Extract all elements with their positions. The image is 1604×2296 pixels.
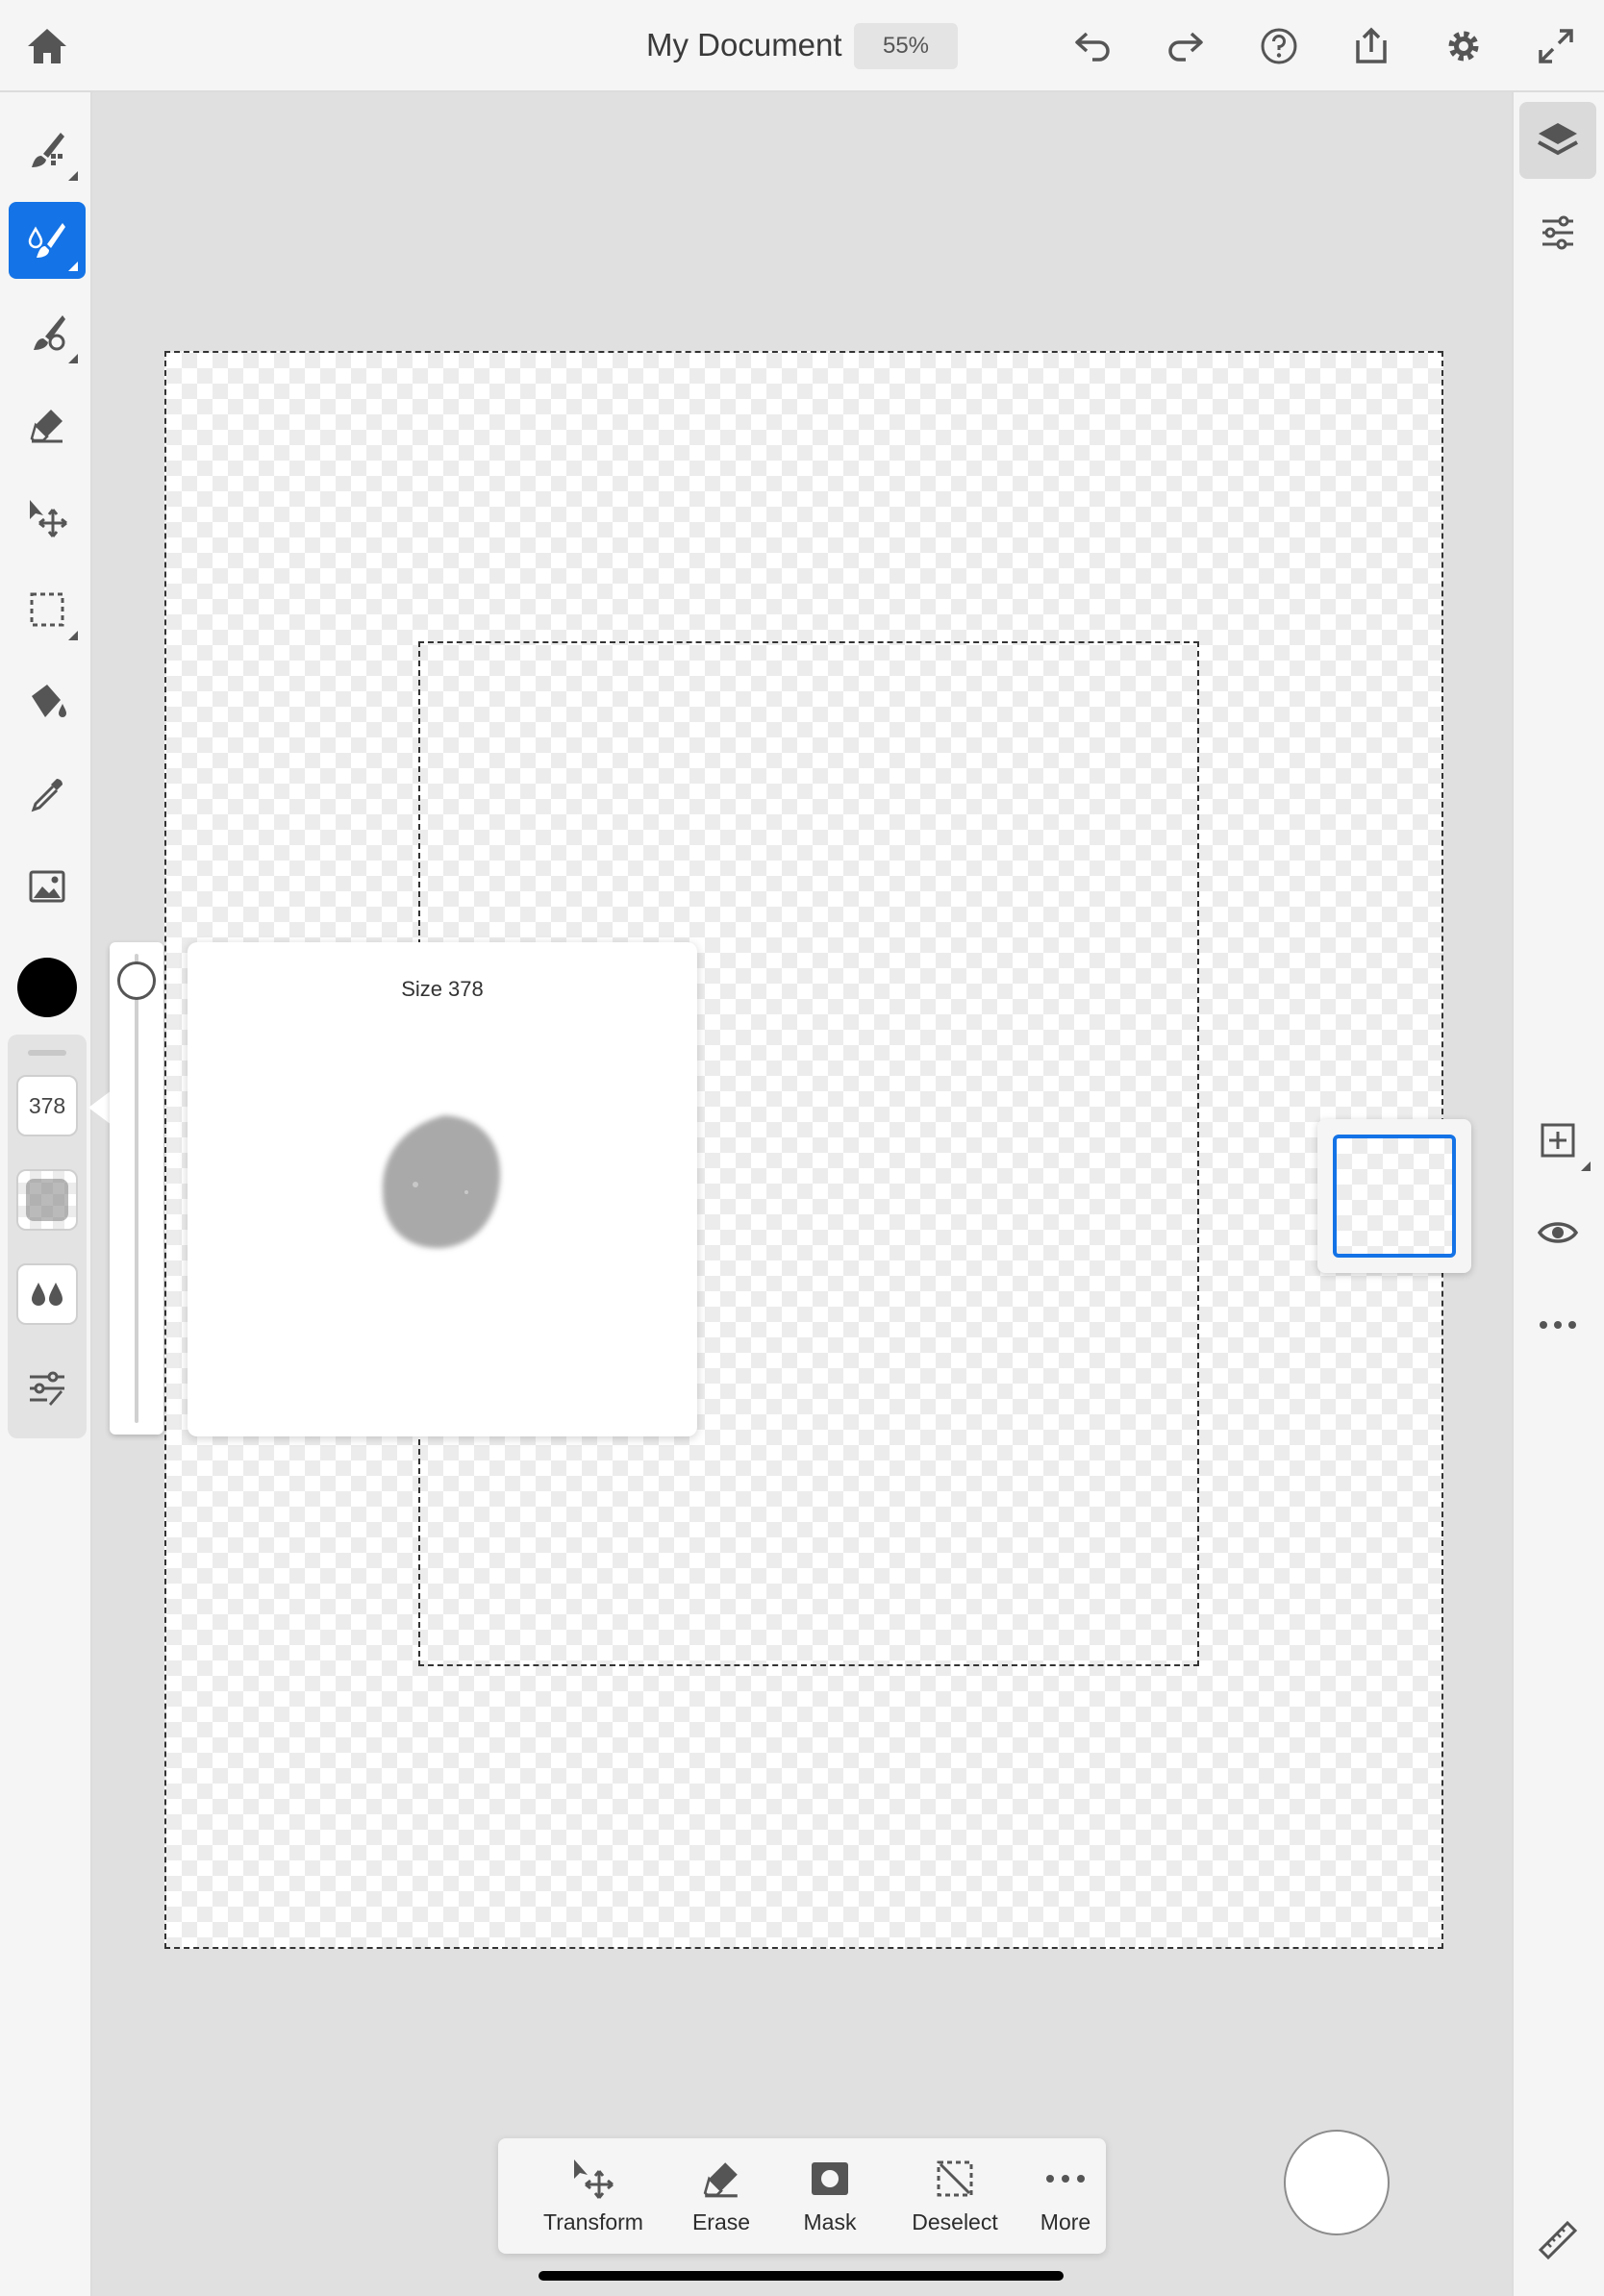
eraser-icon[interactable] (9, 387, 86, 463)
brush-preview (356, 1096, 529, 1269)
move-icon[interactable] (9, 479, 86, 556)
paint-bucket-icon[interactable] (9, 663, 86, 740)
transform-button[interactable]: Transform (527, 2138, 660, 2254)
mask-label: Mask (803, 2209, 857, 2234)
transform-label: Transform (543, 2209, 643, 2234)
fullscreen-icon[interactable] (1529, 19, 1583, 73)
watercolor-brush-icon[interactable] (9, 202, 86, 279)
mask-icon (807, 2156, 853, 2202)
layers-icon[interactable] (1519, 102, 1596, 179)
image-icon[interactable] (9, 848, 86, 925)
more-button[interactable]: More (1027, 2138, 1104, 2254)
brush-size-value: 378 (28, 1092, 66, 1118)
pixel-brush-icon[interactable] (9, 294, 86, 371)
home-icon[interactable] (20, 19, 74, 73)
erase-label: Erase (691, 2209, 751, 2234)
mask-button[interactable]: Mask (777, 2138, 883, 2254)
popover-size-label: Size (401, 977, 443, 1001)
marquee-select-icon[interactable] (9, 571, 86, 648)
brush-size-button[interactable]: 378 (16, 1075, 78, 1136)
size-slider-track (135, 954, 138, 1423)
add-layer-icon[interactable] (1519, 1102, 1596, 1179)
ruler-icon[interactable] (1519, 2202, 1596, 2279)
color-swatch[interactable] (17, 958, 77, 1017)
flow-icon[interactable] (16, 1263, 78, 1325)
right-panel (1512, 92, 1604, 2296)
erase-button[interactable]: Erase (665, 2138, 777, 2254)
visibility-icon[interactable] (1519, 1194, 1596, 1271)
gear-icon[interactable] (1437, 19, 1491, 73)
size-slider[interactable] (110, 942, 163, 1435)
transform-icon (570, 2156, 616, 2202)
layer-thumbnail[interactable] (1333, 1135, 1456, 1258)
undo-icon[interactable] (1065, 19, 1119, 73)
redo-icon[interactable] (1159, 19, 1213, 73)
more-icon[interactable] (1519, 1286, 1596, 1363)
help-icon[interactable] (1252, 19, 1306, 73)
deselect-icon (932, 2156, 978, 2202)
layer-card[interactable] (1317, 1119, 1471, 1273)
top-bar: My Document 55% (0, 0, 1604, 92)
share-icon[interactable] (1344, 19, 1398, 73)
zoom-level[interactable]: 55% (854, 23, 958, 69)
document-title[interactable]: My Document (646, 27, 842, 63)
deselect-label: Deselect (912, 2209, 998, 2234)
opacity-icon[interactable] (16, 1169, 78, 1231)
deselect-button[interactable]: Deselect (883, 2138, 1027, 2254)
brush-settings-panel: 378 (8, 1035, 87, 1438)
more-label: More (1040, 2209, 1091, 2234)
brush-size-popover: Size 378 (188, 942, 697, 1436)
popover-size-value: 378 (448, 977, 484, 1001)
brush-settings-icon[interactable] (16, 1358, 78, 1419)
eraser-icon (698, 2156, 744, 2202)
home-indicator[interactable] (539, 2271, 1064, 2281)
eyedropper-icon[interactable] (9, 756, 86, 833)
panel-grip[interactable] (28, 1050, 66, 1056)
touch-modifier-button[interactable] (1284, 2130, 1390, 2235)
action-bar: Transform Erase Mask Deselect More (498, 2138, 1106, 2254)
popover-title: Size 378 (188, 977, 697, 1002)
size-slider-thumb[interactable] (117, 961, 156, 1000)
adjustments-icon[interactable] (1519, 194, 1596, 271)
brush-tool-icon[interactable] (9, 112, 86, 188)
popover-arrow (88, 1090, 112, 1125)
left-toolbar: 378 (0, 92, 92, 2296)
more-icon (1042, 2156, 1089, 2202)
